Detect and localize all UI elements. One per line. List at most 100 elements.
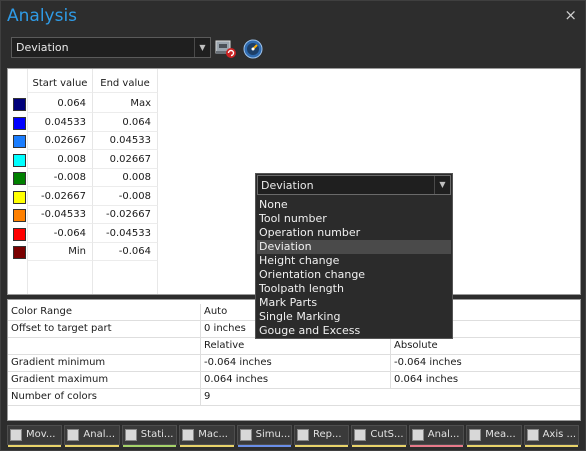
- tab-underline: [8, 445, 62, 447]
- legend-row: 0.02667 0.04533: [8, 132, 158, 150]
- color-swatch[interactable]: [13, 209, 26, 222]
- blank-cell: [8, 338, 201, 354]
- gradient-min-label: Gradient minimum: [8, 355, 201, 371]
- tab-icon: [411, 429, 424, 441]
- analysis-type-dropdown[interactable]: Deviation ▼ None Tool number Operation num…: [255, 173, 453, 339]
- gradient-min-relative[interactable]: -0.064 inches: [201, 355, 391, 371]
- legend-end-value: -0.04533: [93, 224, 158, 243]
- legend-end-value: -0.064: [93, 243, 158, 261]
- absolute-header: Absolute: [394, 340, 438, 351]
- tab-icon: [526, 429, 539, 441]
- gradient-min-absolute[interactable]: -0.064 inches: [391, 355, 580, 371]
- machine-icon[interactable]: [213, 36, 237, 60]
- legend-row: 0.008 0.02667: [8, 150, 158, 169]
- tab-underline: [467, 445, 521, 447]
- legend-end-value: -0.02667: [93, 206, 158, 224]
- legend-row: -0.064 -0.04533: [8, 224, 158, 243]
- panel-tab[interactable]: Mac...: [179, 425, 235, 447]
- relative-header: Relative: [201, 338, 391, 354]
- tab-icon: [10, 429, 22, 441]
- tab-label: Anal...: [83, 429, 116, 440]
- legend-start-value: 0.04533: [28, 113, 93, 132]
- panel-tab[interactable]: Axis ...: [523, 425, 579, 447]
- analysis-mode-value: Deviation: [16, 41, 69, 54]
- color-swatch[interactable]: [13, 172, 26, 185]
- number-of-colors-label: Number of colors: [8, 389, 201, 405]
- gradient-max-absolute[interactable]: 0.064 inches: [391, 372, 580, 388]
- panel-tab[interactable]: CutS...: [351, 425, 407, 447]
- color-swatch[interactable]: [13, 98, 26, 111]
- gauge-icon[interactable]: [241, 36, 265, 60]
- legend-end-value: Max: [93, 95, 158, 113]
- tab-label: CutS...: [370, 429, 404, 440]
- number-of-colors-value[interactable]: 9: [201, 389, 580, 405]
- panel-tab[interactable]: Stati...: [121, 425, 178, 447]
- panel-tab[interactable]: Anal...: [64, 425, 120, 447]
- legend-end-value: -0.008: [93, 187, 158, 206]
- dropdown-option[interactable]: Tool number: [257, 212, 451, 226]
- tab-icon: [67, 429, 80, 441]
- legend-row: -0.02667 -0.008: [8, 187, 158, 206]
- color-swatch[interactable]: [13, 116, 26, 130]
- color-swatch[interactable]: [13, 190, 26, 204]
- legend-row: Min -0.064: [8, 243, 158, 261]
- title-bar: Analysis ×: [1, 1, 585, 31]
- panel-tab[interactable]: Mea...: [466, 425, 522, 447]
- tab-icon: [124, 429, 137, 441]
- property-row: Number of colors 9: [8, 389, 580, 406]
- tab-label: Axis ...: [542, 429, 577, 440]
- analysis-mode-select[interactable]: Deviation ▼: [11, 37, 211, 58]
- legend-start-value: Min: [28, 243, 93, 261]
- legend-end-value: 0.04533: [93, 132, 158, 150]
- color-range-label: Color Range: [8, 304, 201, 320]
- legend-start-value: -0.02667: [28, 187, 93, 206]
- dropdown-option[interactable]: Single Marking: [257, 310, 451, 324]
- dropdown-option[interactable]: Height change: [257, 254, 451, 268]
- toolbar: Deviation ▼: [7, 35, 581, 61]
- gradient-max-relative[interactable]: 0.064 inches: [201, 372, 391, 388]
- dropdown-option[interactable]: Toolpath length: [257, 282, 451, 296]
- dropdown-value: Deviation: [261, 179, 314, 192]
- legend-header-start: Start value: [28, 75, 93, 93]
- dropdown-option[interactable]: Deviation: [257, 240, 451, 254]
- color-swatch[interactable]: [13, 246, 26, 259]
- tab-underline: [122, 445, 177, 447]
- chevron-down-icon[interactable]: ▼: [434, 176, 450, 194]
- dropdown-option[interactable]: None: [257, 198, 451, 212]
- close-icon[interactable]: ×: [564, 8, 577, 23]
- legend-start-value: 0.064: [28, 95, 93, 113]
- panel-tab[interactable]: Anal...: [408, 425, 465, 447]
- color-swatch[interactable]: [13, 227, 26, 241]
- color-swatch[interactable]: [13, 153, 26, 167]
- legend-end-value: 0.064: [93, 113, 158, 132]
- dropdown-select[interactable]: Deviation ▼: [257, 175, 451, 195]
- dropdown-option[interactable]: Mark Parts: [257, 296, 451, 310]
- tab-underline: [409, 445, 464, 447]
- bottom-tab-strip: Mov... Anal... Stati... Mac... Simu... Rep...…: [7, 425, 581, 447]
- panel-tab[interactable]: Simu...: [236, 425, 292, 447]
- tab-underline: [295, 445, 349, 447]
- panel-tab[interactable]: Mov...: [7, 425, 63, 447]
- tab-label: Rep...: [313, 429, 342, 440]
- tab-underline: [65, 445, 119, 447]
- tab-icon: [239, 429, 252, 441]
- dropdown-option[interactable]: Orientation change: [257, 268, 451, 282]
- color-swatch[interactable]: [13, 135, 26, 148]
- legend-start-value: -0.064: [28, 224, 93, 243]
- tab-underline: [237, 445, 291, 447]
- offset-label: Offset to target part: [8, 321, 201, 337]
- tab-icon: [354, 429, 367, 441]
- legend-header-end: End value: [93, 75, 158, 93]
- tab-underline: [180, 445, 234, 447]
- dropdown-option[interactable]: Operation number: [257, 226, 451, 240]
- tab-icon: [469, 429, 482, 441]
- panel-tab[interactable]: Rep...: [294, 425, 350, 447]
- gradient-max-label: Gradient maximum: [8, 372, 201, 388]
- tab-label: Anal...: [427, 429, 460, 440]
- tab-icon: [297, 429, 309, 441]
- legend-start-value: 0.02667: [28, 132, 93, 150]
- dropdown-option[interactable]: Gouge and Excess: [257, 324, 451, 338]
- chevron-down-icon[interactable]: ▼: [194, 38, 210, 57]
- tab-underline: [524, 445, 578, 447]
- legend-start-value: -0.04533: [28, 206, 93, 224]
